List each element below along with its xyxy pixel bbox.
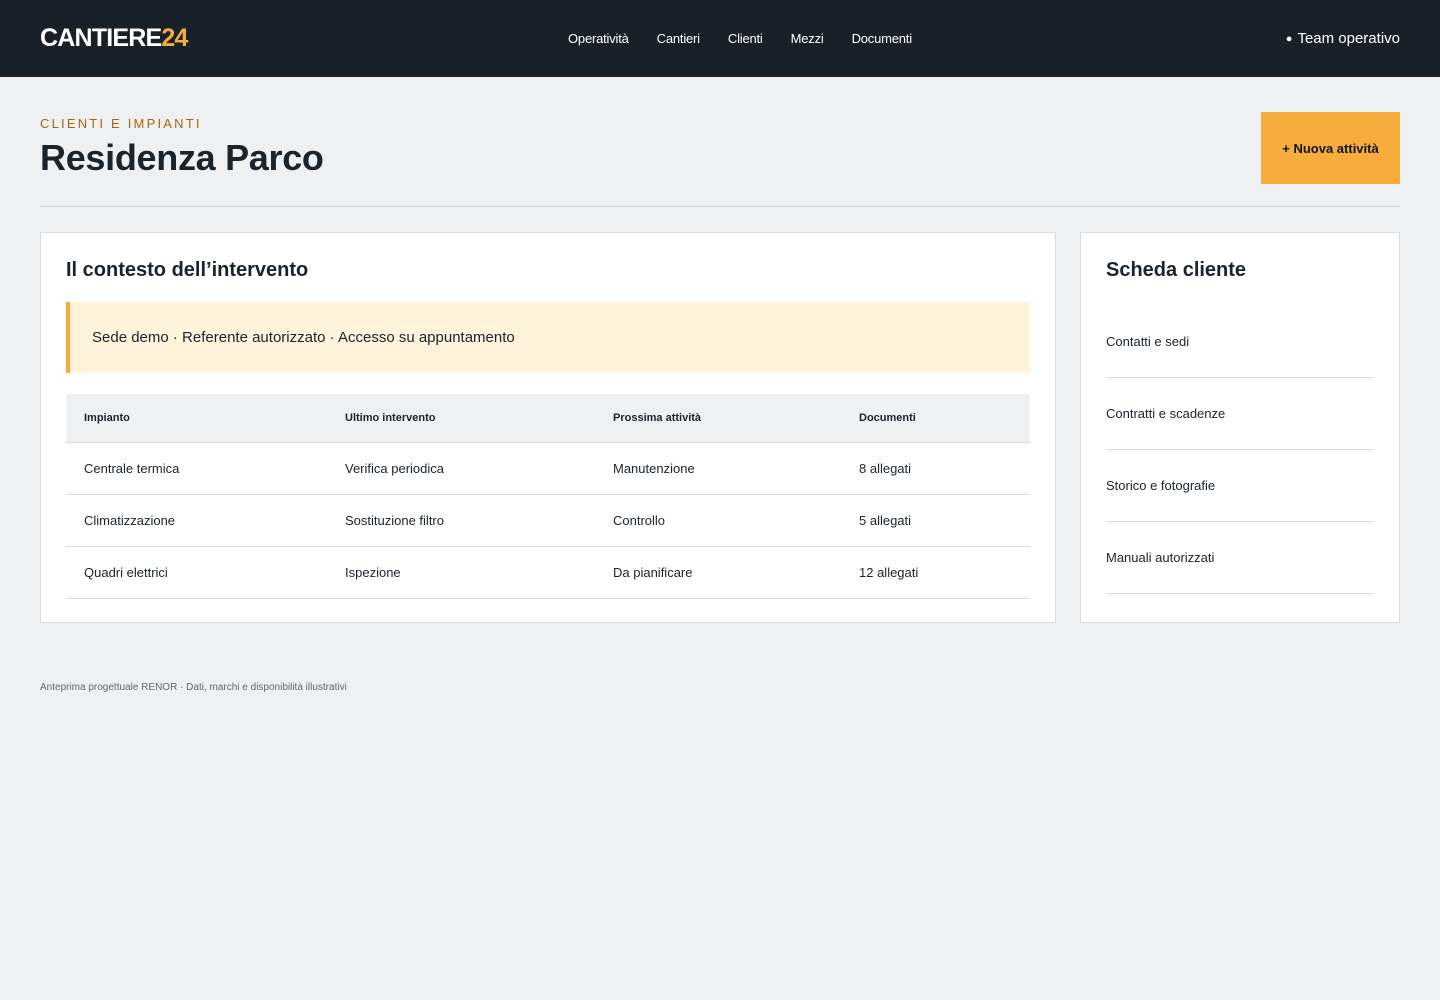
- client-card-title: Scheda cliente: [1106, 259, 1247, 281]
- table-cell: Da pianificare: [595, 546, 841, 599]
- client-link-contatti[interactable]: Contatti e sedi: [1106, 306, 1374, 378]
- table-cell: Quadri elettrici: [66, 546, 327, 599]
- context-title: Il contesto dell’intervento: [66, 259, 309, 281]
- table-cell: Sostituzione filtro: [327, 494, 595, 547]
- content-area: Il contesto dell’intervento Sede demo · …: [40, 232, 1400, 623]
- page-header: CLIENTI E IMPIANTI Residenza Parco + Nuo…: [40, 77, 1400, 207]
- nav-item-clienti[interactable]: Clienti: [728, 31, 763, 46]
- table-cell: 12 allegati: [841, 546, 1030, 599]
- table-cell: 8 allegati: [841, 442, 1030, 495]
- team-indicator[interactable]: ● Team operativo: [1286, 30, 1400, 47]
- column-header-ultimo-intervento: Ultimo intervento: [327, 394, 595, 443]
- client-card: Scheda cliente Contatti e sedi Contratti…: [1080, 232, 1400, 623]
- client-link-storico[interactable]: Storico e fotografie: [1106, 450, 1374, 522]
- table-cell: Climatizzazione: [66, 494, 327, 547]
- table-cell: Centrale termica: [66, 442, 327, 495]
- footer-note: Anteprima progettuale RENOR · Dati, marc…: [40, 682, 347, 693]
- nav-item-operativita[interactable]: Operatività: [568, 31, 629, 46]
- new-activity-button[interactable]: + Nuova attività: [1261, 112, 1400, 184]
- context-notice: Sede demo · Referente autorizzato · Acce…: [66, 302, 1030, 373]
- table-header-row: Impianto Ultimo intervento Prossima atti…: [66, 394, 1030, 443]
- client-link-contratti[interactable]: Contratti e scadenze: [1106, 378, 1374, 450]
- section-eyebrow: CLIENTI E IMPIANTI: [40, 116, 202, 131]
- table-cell: Manutenzione: [595, 442, 841, 495]
- column-header-prossima-attivita: Prossima attività: [595, 394, 841, 443]
- client-link-manuali[interactable]: Manuali autorizzati: [1106, 522, 1374, 594]
- context-card: Il contesto dell’intervento Sede demo · …: [40, 232, 1056, 623]
- client-links-list: Contatti e sedi Contratti e scadenze Sto…: [1106, 306, 1374, 594]
- table-row[interactable]: Quadri elettrici Ispezione Da pianificar…: [66, 546, 1030, 599]
- table-cell: Verifica periodica: [327, 442, 595, 495]
- table-cell: Ispezione: [327, 546, 595, 599]
- team-label: Team operativo: [1297, 30, 1400, 47]
- app-logo[interactable]: CANTIERE24: [40, 24, 188, 53]
- logo-text: CANTIERE: [40, 24, 162, 52]
- table-cell: 5 allegati: [841, 494, 1030, 547]
- systems-table: Impianto Ultimo intervento Prossima atti…: [66, 394, 1030, 599]
- main-nav: Operatività Cantieri Clienti Mezzi Docum…: [554, 0, 926, 77]
- page-title: Residenza Parco: [40, 137, 324, 178]
- table-row[interactable]: Centrale termica Verifica periodica Manu…: [66, 442, 1030, 495]
- status-dot-icon: ●: [1285, 32, 1293, 45]
- nav-item-documenti[interactable]: Documenti: [852, 31, 913, 46]
- logo-accent-text: 24: [161, 24, 188, 52]
- nav-item-mezzi[interactable]: Mezzi: [791, 31, 824, 46]
- column-header-impianto: Impianto: [66, 394, 327, 443]
- nav-item-cantieri[interactable]: Cantieri: [657, 31, 700, 46]
- top-navbar: CANTIERE24 Operatività Cantieri Clienti …: [0, 0, 1440, 77]
- column-header-documenti: Documenti: [841, 394, 1030, 443]
- table-row[interactable]: Climatizzazione Sostituzione filtro Cont…: [66, 494, 1030, 547]
- table-cell: Controllo: [595, 494, 841, 547]
